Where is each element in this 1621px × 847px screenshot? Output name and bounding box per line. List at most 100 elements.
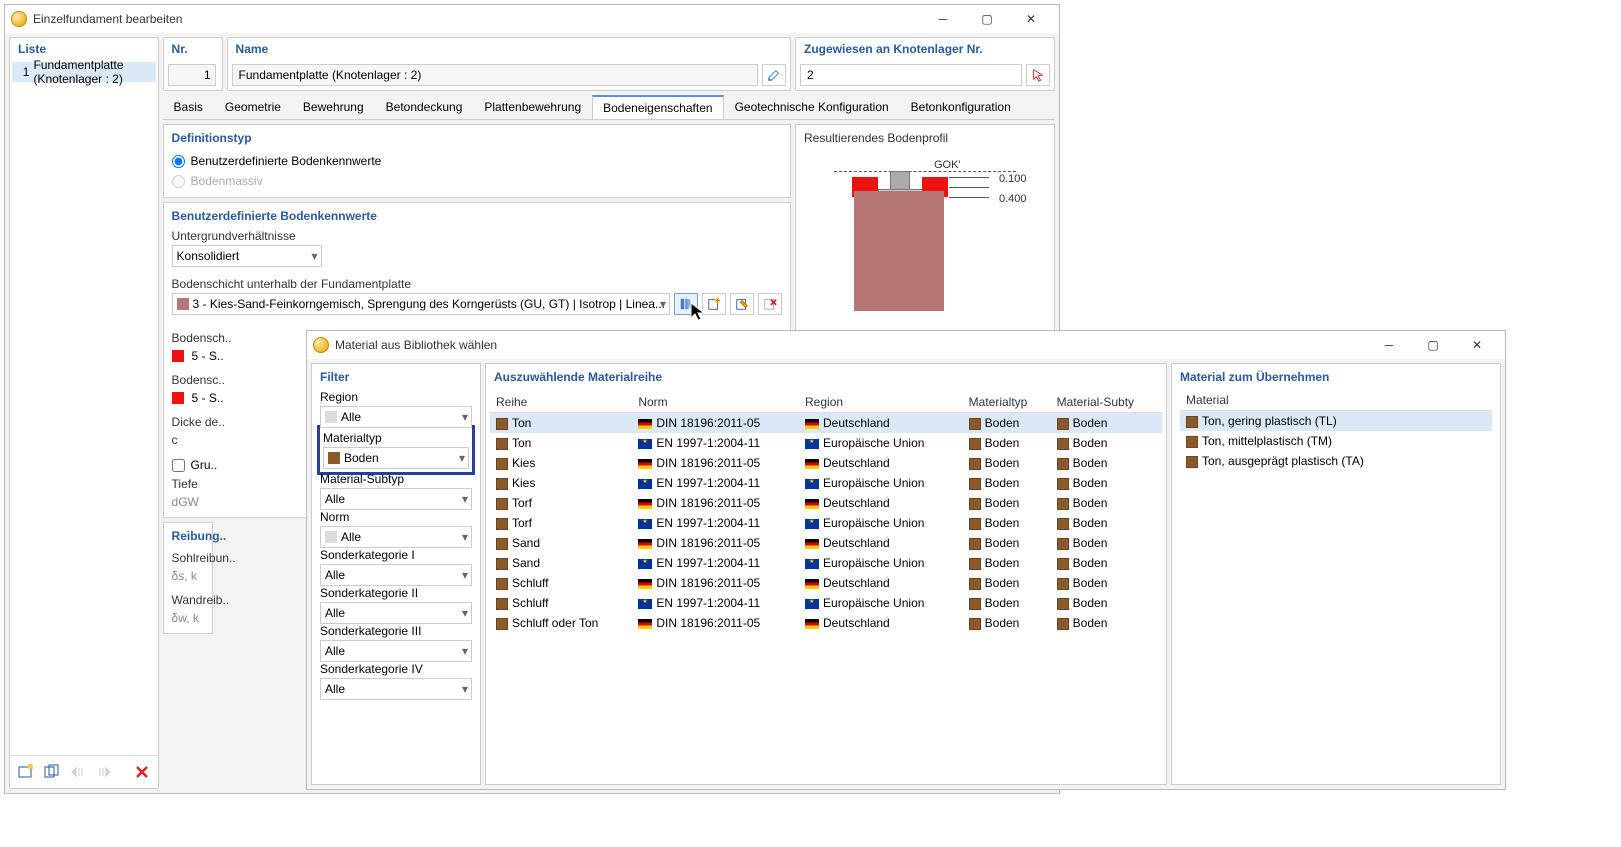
flag-icon	[638, 559, 652, 569]
tab-basis[interactable]: Basis	[163, 95, 214, 119]
lib-minimize-button[interactable]: ─	[1367, 331, 1411, 359]
norm-filter-label: Norm	[320, 510, 472, 524]
series-row[interactable]: SchluffDIN 18196:2011-05DeutschlandBoden…	[490, 573, 1162, 593]
sk4-filter-combo[interactable]: Alle	[320, 678, 472, 700]
friction-title: Reibung..	[172, 529, 204, 543]
soil-color-icon	[177, 298, 189, 310]
tab-plattenbewehrung[interactable]: Plattenbewehrung	[473, 95, 592, 119]
layer-below-combo[interactable]: 3 - Kies-Sand-Feinkorngemisch, Sprengung…	[172, 293, 670, 315]
subtype-filter-combo[interactable]: Alle	[320, 488, 472, 510]
sk2-filter-combo[interactable]: Alle	[320, 602, 472, 624]
sk1-filter-label: Sonderkategorie I	[320, 548, 472, 562]
filter-title: Filter	[320, 370, 472, 384]
radio-soil-massive-input[interactable]	[172, 175, 185, 188]
material-swatch-icon	[496, 618, 508, 630]
takeover-row[interactable]: Ton, mittelplastisch (TM)	[1180, 431, 1492, 451]
series-row[interactable]: Schluff oder TonDIN 18196:2011-05Deutsch…	[490, 613, 1162, 633]
maximize-button[interactable]: ▢	[965, 5, 1009, 33]
takeover-row[interactable]: Ton, ausgeprägt plastisch (TA)	[1180, 451, 1492, 471]
radio-custom-soil[interactable]: Benutzerdefinierte Bodenkennwerte	[172, 151, 782, 171]
close-button[interactable]: ✕	[1009, 5, 1053, 33]
material-swatch-icon	[1186, 436, 1198, 448]
sk1-filter-combo[interactable]: Alle	[320, 564, 472, 586]
partial-value: 5 - S..	[192, 391, 224, 405]
lib-close-button[interactable]: ✕	[1455, 331, 1499, 359]
flag-icon	[805, 559, 819, 569]
flag-icon	[805, 459, 819, 469]
subtype-filter-value: Alle	[325, 492, 345, 506]
name-input[interactable]	[232, 64, 758, 86]
edit-material-button[interactable]	[730, 293, 754, 315]
assigned-input[interactable]	[800, 64, 1022, 86]
series-row[interactable]: SchluffEN 1997-1:2004-11Europäische Unio…	[490, 593, 1162, 613]
tab-geometrie[interactable]: Geometrie	[214, 95, 292, 119]
material-swatch-icon	[1057, 538, 1069, 550]
series-row[interactable]: TonEN 1997-1:2004-11Europäische UnionBod…	[490, 433, 1162, 453]
assigned-header: Zugewiesen an Knotenlager Nr.	[796, 38, 1054, 60]
norm-filter-combo[interactable]: Alle	[320, 526, 472, 548]
radio-custom-soil-input[interactable]	[172, 155, 185, 168]
delete-item-button[interactable]	[130, 760, 154, 784]
groundwater-checkbox[interactable]	[172, 459, 185, 472]
sk4-filter-label: Sonderkategorie IV	[320, 662, 472, 676]
friction-row: δw, k	[172, 609, 204, 627]
copy-item-button[interactable]	[40, 760, 64, 784]
layer-below-value: 3 - Kies-Sand-Feinkorngemisch, Sprengung…	[193, 297, 665, 311]
flag-icon	[638, 439, 652, 449]
sk2-filter-value: Alle	[325, 606, 345, 620]
material-swatch-icon	[969, 618, 981, 630]
delete-material-button[interactable]	[758, 293, 782, 315]
sk3-filter-combo[interactable]: Alle	[320, 640, 472, 662]
flag-icon	[805, 499, 819, 509]
material-swatch-icon	[1057, 558, 1069, 570]
new-item-button[interactable]	[14, 760, 38, 784]
series-title: Auszuwählende Materialreihe	[490, 368, 1162, 386]
series-col-header[interactable]: Reihe	[490, 392, 632, 413]
tab-geotechnische-konfiguration[interactable]: Geotechnische Konfiguration	[724, 95, 900, 119]
radio-soil-massive[interactable]: Bodenmassiv	[172, 171, 782, 191]
soil-color-icon	[172, 392, 184, 404]
mattype-filter-value: Boden	[344, 451, 379, 465]
series-row[interactable]: KiesDIN 18196:2011-05DeutschlandBodenBod…	[490, 453, 1162, 473]
region-filter-combo[interactable]: Alle	[320, 406, 472, 428]
series-row[interactable]: TorfDIN 18196:2011-05DeutschlandBodenBod…	[490, 493, 1162, 513]
series-col-header[interactable]: Material-Subty	[1051, 392, 1162, 413]
tab-bewehrung[interactable]: Bewehrung	[292, 95, 375, 119]
dim-2: 0.400	[999, 193, 1027, 205]
underground-value: Konsolidiert	[177, 249, 240, 263]
tab-betonkonfiguration[interactable]: Betonkonfiguration	[900, 95, 1022, 119]
material-swatch-icon	[1186, 416, 1198, 428]
new-material-button[interactable]	[702, 293, 726, 315]
pick-node-button[interactable]	[1026, 64, 1050, 86]
nr-input[interactable]	[168, 64, 216, 86]
series-col-header[interactable]: Materialtyp	[963, 392, 1051, 413]
tab-bodeneigenschaften[interactable]: Bodeneigenschaften	[592, 95, 723, 119]
material-swatch-icon	[1057, 598, 1069, 610]
dim-1: 0.100	[999, 173, 1027, 185]
sk3-filter-label: Sonderkategorie III	[320, 624, 472, 638]
underground-combo[interactable]: Konsolidiert	[172, 245, 322, 267]
layer-below-label: Bodenschicht unterhalb der Fundamentplat…	[172, 277, 782, 291]
tool-button-3[interactable]	[66, 760, 90, 784]
tab-betondeckung[interactable]: Betondeckung	[375, 95, 474, 119]
material-swatch-icon	[1057, 418, 1069, 430]
series-col-header[interactable]: Norm	[632, 392, 799, 413]
list-header: Liste	[10, 38, 158, 60]
series-col-header[interactable]: Region	[799, 392, 963, 413]
series-table: ReiheNormRegionMaterialtypMaterial-Subty…	[490, 392, 1162, 633]
flag-icon	[805, 519, 819, 529]
edit-name-button[interactable]	[762, 64, 786, 86]
series-row[interactable]: SandEN 1997-1:2004-11Europäische UnionBo…	[490, 553, 1162, 573]
series-row[interactable]: KiesEN 1997-1:2004-11Europäische UnionBo…	[490, 473, 1162, 493]
list-item[interactable]: 1 Fundamentplatte (Knotenlager : 2)	[12, 62, 156, 82]
takeover-row[interactable]: Ton, gering plastisch (TL)	[1180, 411, 1492, 432]
series-row[interactable]: SandDIN 18196:2011-05DeutschlandBodenBod…	[490, 533, 1162, 553]
nr-header: Nr.	[164, 38, 222, 60]
mattype-filter-combo[interactable]: Boden	[323, 447, 469, 469]
minimize-button[interactable]: ─	[921, 5, 965, 33]
tool-button-4[interactable]	[92, 760, 116, 784]
series-row[interactable]: TonDIN 18196:2011-05DeutschlandBodenBode…	[490, 413, 1162, 434]
series-row[interactable]: TorfEN 1997-1:2004-11Europäische UnionBo…	[490, 513, 1162, 533]
lib-maximize-button[interactable]: ▢	[1411, 331, 1455, 359]
library-button[interactable]	[674, 293, 698, 315]
